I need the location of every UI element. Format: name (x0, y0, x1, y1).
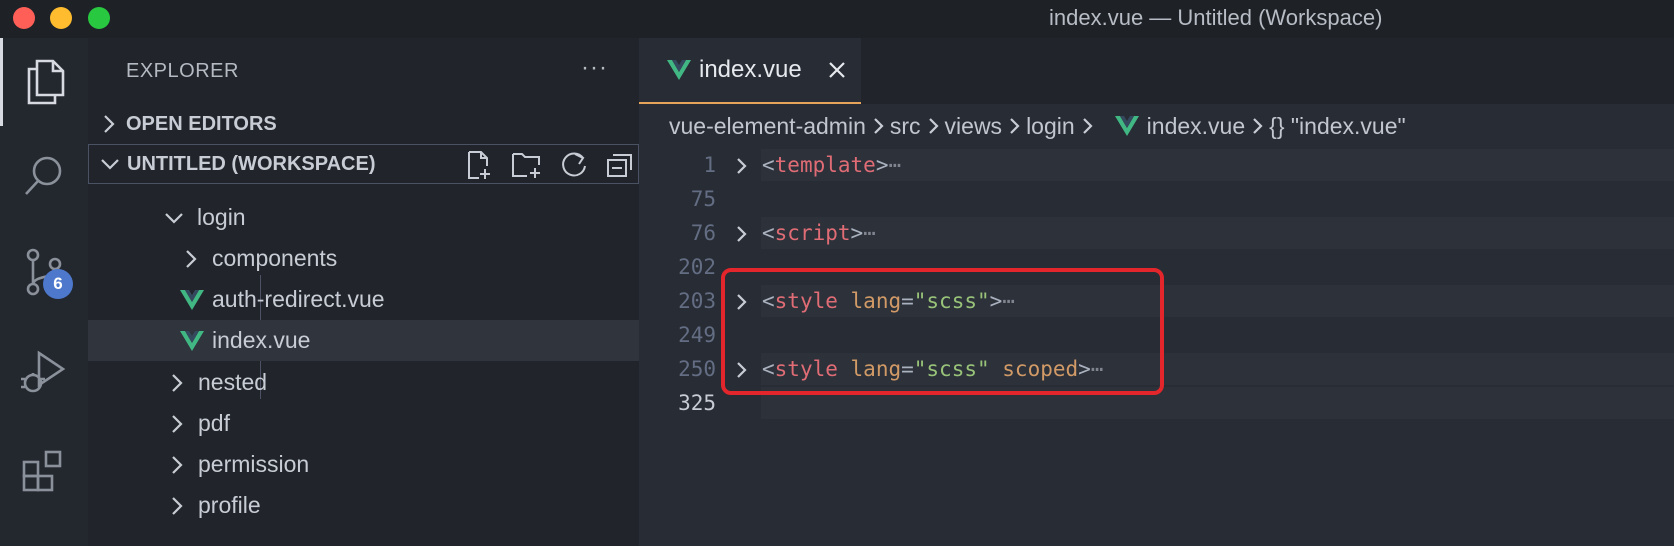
chevron-right-icon (874, 118, 884, 134)
title-bar: index.vue — Untitled (Workspace) (0, 0, 1674, 38)
tree-item-label: index.vue (212, 327, 311, 353)
vue-file-icon (180, 289, 204, 310)
line-number: 202 (678, 255, 716, 279)
tree-item-label: profile (198, 492, 261, 518)
code-line[interactable]: 76 <script>⋯ (639, 216, 1674, 250)
code-text: <script>⋯ (762, 221, 876, 245)
workspace-toolbar (465, 145, 635, 185)
chevron-down-icon (165, 212, 183, 224)
tree-folder-login[interactable]: login (88, 197, 639, 238)
tree-item-label: auth-redirect.vue (212, 286, 385, 312)
activity-explorer[interactable] (0, 38, 88, 126)
breadcrumb-item[interactable]: index.vue (1147, 113, 1245, 140)
tab-label: index.vue (699, 56, 802, 83)
tree-item-label: nested (198, 369, 268, 395)
chevron-right-icon (172, 414, 183, 433)
tree-folder-pdf[interactable]: pdf (88, 403, 639, 444)
highlight-annotation-box (721, 268, 1164, 395)
tab-bar: index.vue (639, 38, 1674, 104)
line-number: 1 (703, 153, 716, 177)
explorer-more-actions[interactable]: ··· (581, 54, 608, 82)
open-editors-section[interactable]: OPEN EDITORS (88, 104, 639, 144)
close-window-button[interactable] (13, 7, 35, 29)
open-editors-label: OPEN EDITORS (126, 112, 277, 135)
new-folder-icon[interactable] (511, 150, 543, 180)
chevron-right-icon (186, 249, 197, 268)
line-number: 325 (678, 391, 716, 415)
files-icon (27, 59, 64, 105)
chevron-right-icon (88, 114, 126, 134)
fold-ellipsis: ⋯ (888, 153, 902, 177)
tree-folder-permission[interactable]: permission (88, 444, 639, 485)
code-text: <template>⋯ (762, 153, 902, 177)
line-number: 203 (678, 289, 716, 313)
search-icon (25, 156, 62, 195)
fold-chevron-icon[interactable] (735, 157, 747, 175)
fold-ellipsis: ⋯ (863, 221, 876, 245)
fold-chevron-icon[interactable] (735, 225, 747, 243)
chevron-right-icon (172, 496, 183, 515)
activity-search[interactable] (0, 132, 88, 220)
extensions-icon (22, 450, 62, 492)
chevron-right-icon (1010, 118, 1020, 134)
vue-file-icon (667, 60, 691, 80)
new-file-icon[interactable] (465, 150, 495, 180)
tree-file-index-vue[interactable]: index.vue (88, 320, 639, 361)
collapse-all-icon[interactable] (605, 150, 635, 180)
chevron-right-icon (172, 455, 183, 474)
run-debug-icon (21, 350, 66, 393)
source-control-badge: 6 (43, 269, 73, 299)
tree-item-label: components (212, 245, 338, 271)
chevron-right-icon (1253, 118, 1263, 134)
line-number: 76 (690, 221, 716, 245)
vue-file-icon (1114, 116, 1139, 136)
explorer-title: EXPLORER (126, 60, 239, 82)
chevron-right-icon (1082, 118, 1093, 134)
breadcrumb-item[interactable]: login (1026, 113, 1075, 140)
chevron-right-icon (928, 118, 939, 134)
tree-item-label: login (197, 204, 246, 230)
window-title: index.vue — Untitled (Workspace) (1049, 5, 1383, 30)
code-line[interactable]: 75 (639, 182, 1674, 216)
breadcrumb: vue-element-admin src views login index.… (669, 108, 1406, 144)
close-icon[interactable] (825, 58, 849, 82)
line-number: 75 (690, 187, 716, 211)
activity-extensions[interactable] (0, 428, 88, 516)
refresh-icon[interactable] (559, 150, 589, 180)
breadcrumb-item[interactable]: views (945, 113, 1003, 140)
line-number: 250 (678, 357, 716, 381)
breadcrumb-item[interactable]: src (890, 113, 921, 140)
workspace-label: UNTITLED (WORKSPACE) (127, 152, 376, 175)
zoom-window-button[interactable] (88, 7, 110, 29)
breadcrumb-item[interactable]: vue-element-admin (669, 113, 866, 140)
workspace-section[interactable]: UNTITLED (WORKSPACE) (88, 144, 639, 184)
code-line[interactable]: 1 <template>⋯ (639, 148, 1674, 182)
activity-source-control[interactable]: 6 (0, 228, 88, 316)
tree-item-label: permission (198, 451, 310, 477)
tree-folder-profile[interactable]: profile (88, 485, 639, 526)
chevron-right-icon (172, 373, 183, 392)
tree-item-label: pdf (198, 410, 230, 436)
chevron-down-icon (89, 157, 127, 171)
activity-bar: 6 (0, 38, 88, 546)
tree-file-auth-redirect[interactable]: auth-redirect.vue (88, 279, 639, 320)
activity-run-debug[interactable] (0, 328, 88, 416)
breadcrumb-item[interactable]: {} "index.vue" (1269, 113, 1406, 140)
line-number: 249 (678, 323, 716, 347)
explorer-sidebar: EXPLORER ··· OPEN EDITORS UNTITLED (WORK… (88, 38, 639, 546)
tree-folder-components[interactable]: components (88, 238, 639, 279)
tree-folder-nested[interactable]: nested (88, 362, 639, 403)
minimize-window-button[interactable] (50, 7, 72, 29)
vue-file-icon (180, 330, 204, 351)
tab-index-vue[interactable]: index.vue (639, 38, 861, 104)
